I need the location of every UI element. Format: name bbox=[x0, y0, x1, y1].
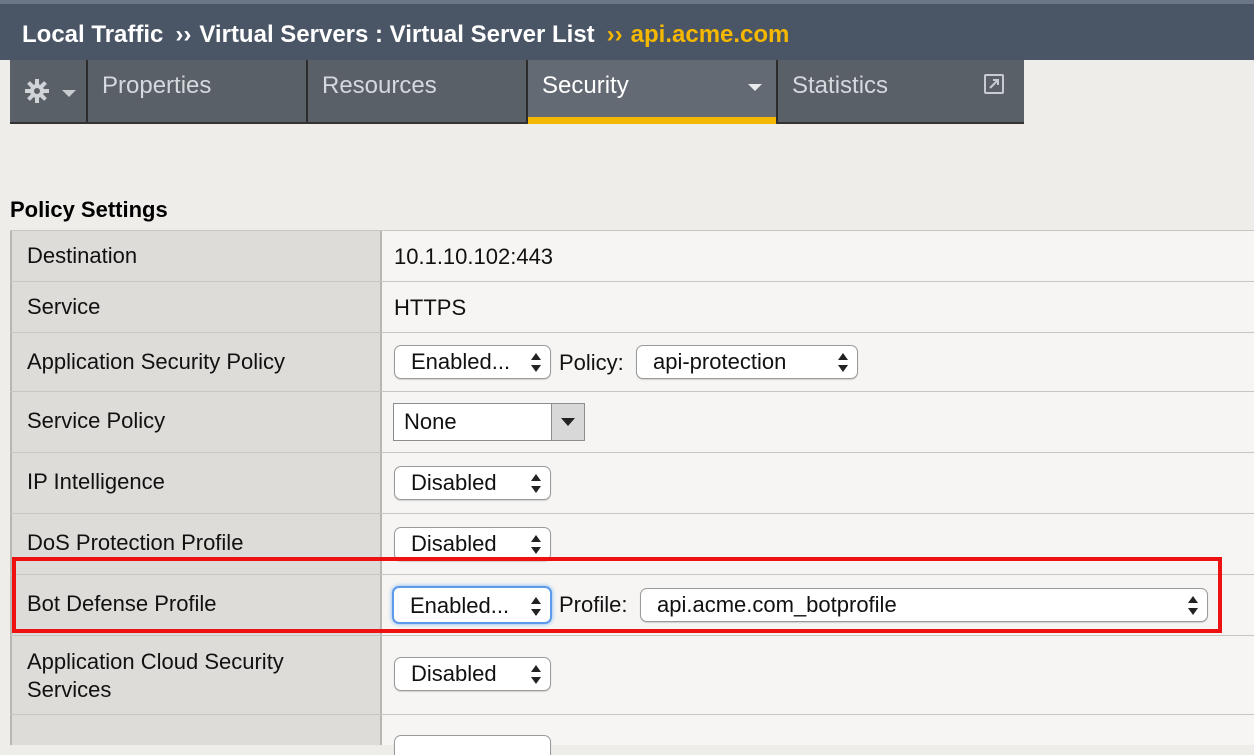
select-value: Enabled... bbox=[411, 349, 511, 374]
row-value-cell: Disabled bbox=[382, 453, 1254, 513]
chevron-down-icon bbox=[748, 84, 762, 91]
breadcrumb-virtual-server-list[interactable]: Virtual Servers : Virtual Server List bbox=[199, 21, 594, 48]
tab-label: Resources bbox=[322, 72, 437, 99]
row-value-cell: Disabled bbox=[382, 636, 1254, 714]
chevron-down-icon[interactable] bbox=[551, 404, 584, 440]
table-row: Destination 10.1.10.102:443 bbox=[10, 231, 1254, 282]
breadcrumb: Local Traffic ›› Virtual Servers : Virtual… bbox=[22, 21, 789, 49]
row-label-cell: Application Security Policy bbox=[10, 333, 382, 391]
tab-properties[interactable]: Properties bbox=[88, 60, 308, 122]
row-label: Destination bbox=[27, 243, 138, 268]
table-row: Application Cloud Security Services Disa… bbox=[10, 636, 1254, 715]
select-arrows-icon bbox=[838, 353, 848, 373]
table-row: Application Security Policy Enabled... P… bbox=[10, 333, 1254, 392]
select-arrows-icon bbox=[531, 353, 541, 373]
row-value-cell: HTTPS bbox=[382, 282, 1254, 332]
ip-intelligence-select[interactable]: Disabled bbox=[394, 466, 551, 500]
table-row: IP Intelligence Disabled bbox=[10, 453, 1254, 514]
tab-label: Statistics bbox=[792, 72, 889, 99]
row-label-cell bbox=[10, 715, 382, 745]
tab-bar: Properties Resources Security Statistics bbox=[10, 60, 1024, 124]
tab-label: Security bbox=[542, 72, 629, 99]
cloud-security-select[interactable]: Disabled bbox=[394, 657, 551, 691]
asp-state-select[interactable]: Enabled... bbox=[394, 345, 551, 379]
service-value: HTTPS bbox=[394, 295, 467, 320]
table-row: Service Policy None bbox=[10, 392, 1254, 453]
row-label: Service bbox=[27, 294, 101, 319]
row-label: Application Cloud Security bbox=[27, 649, 284, 674]
table-row: Service HTTPS bbox=[10, 282, 1254, 333]
row-label-cell: Application Cloud Security Services bbox=[10, 636, 382, 714]
policy-label: Policy: bbox=[559, 350, 624, 375]
breadcrumb-separator: ›› bbox=[606, 21, 623, 48]
row-label-cell: Service bbox=[10, 282, 382, 332]
asp-policy-select[interactable]: api-protection bbox=[636, 345, 858, 379]
section-title: Policy Settings bbox=[10, 197, 168, 222]
tab-label: Properties bbox=[102, 72, 212, 99]
row-label: Application Security Policy bbox=[27, 349, 286, 374]
row-label-cell: Destination bbox=[10, 231, 382, 281]
select-value: Disabled bbox=[411, 531, 497, 556]
policy-settings-table: Destination 10.1.10.102:443 Service HTTP… bbox=[10, 230, 1254, 755]
breadcrumb-bar: Local Traffic ›› Virtual Servers : Virtual… bbox=[0, 0, 1254, 60]
destination-value: 10.1.10.102:443 bbox=[394, 244, 554, 269]
breadcrumb-separator: ›› bbox=[175, 21, 192, 48]
tab-security[interactable]: Security bbox=[528, 60, 778, 124]
select-value: api-protection bbox=[653, 349, 787, 374]
tab-resources[interactable]: Resources bbox=[308, 60, 528, 122]
select-arrows-icon bbox=[531, 474, 541, 494]
row-label-cell: Service Policy bbox=[10, 392, 382, 452]
gear-icon bbox=[25, 79, 49, 103]
table-row bbox=[10, 715, 1254, 755]
select-value: Disabled bbox=[411, 470, 497, 495]
select-arrows-icon bbox=[531, 535, 541, 555]
dos-profile-select[interactable]: Disabled bbox=[394, 527, 551, 561]
breadcrumb-current: api.acme.com bbox=[630, 21, 790, 48]
row-label: Services bbox=[27, 677, 112, 702]
chevron-down-icon bbox=[62, 90, 76, 97]
row-label: DoS Protection Profile bbox=[27, 530, 244, 555]
row-label-cell: IP Intelligence bbox=[10, 453, 382, 513]
partial-select[interactable] bbox=[394, 735, 551, 755]
row-label: IP Intelligence bbox=[27, 469, 165, 494]
service-policy-combobox[interactable]: None bbox=[393, 403, 585, 441]
select-arrows-icon bbox=[531, 665, 541, 685]
select-value: Disabled bbox=[411, 661, 497, 686]
highlight-annotation bbox=[12, 557, 1222, 633]
tab-statistics[interactable]: Statistics bbox=[778, 60, 1024, 122]
row-label: Service Policy bbox=[27, 408, 166, 433]
row-value-cell: None bbox=[382, 392, 1254, 452]
combo-value: None bbox=[404, 409, 457, 434]
external-link-icon[interactable] bbox=[984, 74, 1004, 94]
row-value-cell: 10.1.10.102:443 bbox=[382, 231, 1254, 281]
breadcrumb-local-traffic[interactable]: Local Traffic bbox=[22, 21, 163, 48]
row-value-cell: Enabled... Policy: api-protection bbox=[382, 333, 1254, 391]
row-value-cell bbox=[382, 715, 1254, 755]
active-tab-indicator bbox=[528, 117, 776, 124]
tab-gear-menu[interactable] bbox=[10, 60, 88, 122]
